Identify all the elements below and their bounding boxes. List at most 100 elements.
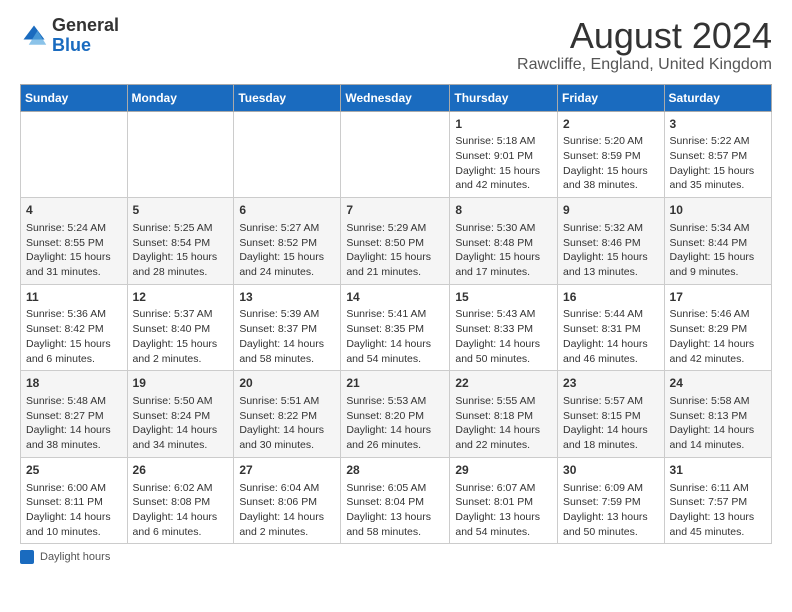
day-number: 12	[133, 289, 229, 306]
day-cell: 10Sunrise: 5:34 AMSunset: 8:44 PMDayligh…	[664, 198, 771, 285]
day-cell: 25Sunrise: 6:00 AMSunset: 8:11 PMDayligh…	[21, 457, 128, 544]
day-info: Sunrise: 5:30 AMSunset: 8:48 PMDaylight:…	[455, 221, 552, 280]
day-number: 13	[239, 289, 335, 306]
day-info: Sunrise: 5:46 AMSunset: 8:29 PMDaylight:…	[670, 307, 766, 366]
logo-general: General	[52, 15, 119, 35]
day-cell: 29Sunrise: 6:07 AMSunset: 8:01 PMDayligh…	[450, 457, 558, 544]
sub-title: Rawcliffe, England, United Kingdom	[517, 56, 772, 74]
day-number: 10	[670, 202, 766, 219]
day-info: Sunrise: 6:11 AMSunset: 7:57 PMDaylight:…	[670, 481, 766, 540]
day-info: Sunrise: 5:32 AMSunset: 8:46 PMDaylight:…	[563, 221, 659, 280]
footer-note: Daylight hours	[20, 550, 772, 564]
header: General Blue August 2024 Rawcliffe, Engl…	[20, 16, 772, 74]
day-number: 18	[26, 375, 122, 392]
day-info: Sunrise: 5:25 AMSunset: 8:54 PMDaylight:…	[133, 221, 229, 280]
day-info: Sunrise: 5:36 AMSunset: 8:42 PMDaylight:…	[26, 307, 122, 366]
day-cell	[21, 111, 128, 198]
day-cell: 18 Sunrise: 5:48 AMSunset: 8:27 PMDayligh…	[21, 371, 128, 458]
logo-blue: Blue	[52, 35, 91, 55]
day-number: 14	[346, 289, 444, 306]
day-info: Sunrise: 5:53 AMSunset: 8:20 PMDaylight:…	[346, 394, 444, 453]
day-info: Sunrise: 6:05 AMSunset: 8:04 PMDaylight:…	[346, 481, 444, 540]
day-number: 2	[563, 116, 659, 133]
day-number: 22	[455, 375, 552, 392]
header-day-monday: Monday	[127, 84, 234, 111]
day-cell: 3Sunrise: 5:22 AMSunset: 8:57 PMDaylight…	[664, 111, 771, 198]
day-cell: 19Sunrise: 5:50 AMSunset: 8:24 PMDayligh…	[127, 371, 234, 458]
week-row-1: 1Sunrise: 5:18 AMSunset: 9:01 PMDaylight…	[21, 111, 772, 198]
day-info: Sunrise: 5:22 AMSunset: 8:57 PMDaylight:…	[670, 134, 766, 193]
day-info: Sunrise: 5:58 AMSunset: 8:13 PMDaylight:…	[670, 394, 766, 453]
day-cell: 13Sunrise: 5:39 AMSunset: 8:37 PMDayligh…	[234, 284, 341, 371]
day-number: 7	[346, 202, 444, 219]
day-cell: 11Sunrise: 5:36 AMSunset: 8:42 PMDayligh…	[21, 284, 128, 371]
day-cell: 9 Sunrise: 5:32 AMSunset: 8:46 PMDaylight…	[558, 198, 665, 285]
day-info: Sunrise: 5:20 AMSunset: 8:59 PMDaylight:…	[563, 134, 659, 193]
day-number: 20	[239, 375, 335, 392]
day-cell	[127, 111, 234, 198]
day-cell: 8 Sunrise: 5:30 AMSunset: 8:48 PMDaylight…	[450, 198, 558, 285]
header-day-wednesday: Wednesday	[341, 84, 450, 111]
day-cell: 30 Sunrise: 6:09 AMSunset: 7:59 PMDayligh…	[558, 457, 665, 544]
day-number: 28	[346, 462, 444, 479]
page: General Blue August 2024 Rawcliffe, Engl…	[0, 0, 792, 574]
day-info: Sunrise: 5:44 AMSunset: 8:31 PMDaylight:…	[563, 307, 659, 366]
day-info: Sunrise: 5:29 AMSunset: 8:50 PMDaylight:…	[346, 221, 444, 280]
day-number: 5	[133, 202, 229, 219]
day-cell: 2Sunrise: 5:20 AMSunset: 8:59 PMDaylight…	[558, 111, 665, 198]
day-number: 30	[563, 462, 659, 479]
day-number: 27	[239, 462, 335, 479]
day-info: Sunrise: 6:07 AMSunset: 8:01 PMDaylight:…	[455, 481, 552, 540]
calendar-table: SundayMondayTuesdayWednesdayThursdayFrid…	[20, 84, 772, 545]
day-info: Sunrise: 6:09 AMSunset: 7:59 PMDaylight:…	[563, 481, 659, 540]
day-number: 15	[455, 289, 552, 306]
day-cell: 6 Sunrise: 5:27 AMSunset: 8:52 PMDaylight…	[234, 198, 341, 285]
day-info: Sunrise: 5:48 AMSunset: 8:27 PMDaylight:…	[26, 394, 122, 453]
day-info: Sunrise: 5:27 AMSunset: 8:52 PMDaylight:…	[239, 221, 335, 280]
day-cell: 12Sunrise: 5:37 AMSunset: 8:40 PMDayligh…	[127, 284, 234, 371]
day-cell: 17Sunrise: 5:46 AMSunset: 8:29 PMDayligh…	[664, 284, 771, 371]
header-day-tuesday: Tuesday	[234, 84, 341, 111]
day-info: Sunrise: 5:41 AMSunset: 8:35 PMDaylight:…	[346, 307, 444, 366]
day-info: Sunrise: 5:51 AMSunset: 8:22 PMDaylight:…	[239, 394, 335, 453]
day-number: 26	[133, 462, 229, 479]
logo-text: General Blue	[52, 16, 119, 56]
day-number: 25	[26, 462, 122, 479]
logo: General Blue	[20, 16, 119, 56]
header-day-thursday: Thursday	[450, 84, 558, 111]
day-cell: 23Sunrise: 5:57 AMSunset: 8:15 PMDayligh…	[558, 371, 665, 458]
day-info: Sunrise: 5:37 AMSunset: 8:40 PMDaylight:…	[133, 307, 229, 366]
day-number: 1	[455, 116, 552, 133]
day-number: 24	[670, 375, 766, 392]
day-cell: 27 Sunrise: 6:04 AMSunset: 8:06 PMDayligh…	[234, 457, 341, 544]
day-cell: 24 Sunrise: 5:58 AMSunset: 8:13 PMDayligh…	[664, 371, 771, 458]
day-cell: 22Sunrise: 5:55 AMSunset: 8:18 PMDayligh…	[450, 371, 558, 458]
day-cell: 4Sunrise: 5:24 AMSunset: 8:55 PMDaylight…	[21, 198, 128, 285]
day-cell: 31 Sunrise: 6:11 AMSunset: 7:57 PMDayligh…	[664, 457, 771, 544]
calendar-header: SundayMondayTuesdayWednesdayThursdayFrid…	[21, 84, 772, 111]
day-number: 8	[455, 202, 552, 219]
day-cell: 16Sunrise: 5:44 AMSunset: 8:31 PMDayligh…	[558, 284, 665, 371]
day-number: 21	[346, 375, 444, 392]
day-info: Sunrise: 5:50 AMSunset: 8:24 PMDaylight:…	[133, 394, 229, 453]
day-cell	[341, 111, 450, 198]
day-number: 6	[239, 202, 335, 219]
footer-dot	[20, 550, 34, 564]
day-number: 9	[563, 202, 659, 219]
day-info: Sunrise: 5:57 AMSunset: 8:15 PMDaylight:…	[563, 394, 659, 453]
logo-icon	[20, 22, 48, 50]
day-cell: 26Sunrise: 6:02 AMSunset: 8:08 PMDayligh…	[127, 457, 234, 544]
day-info: Sunrise: 5:39 AMSunset: 8:37 PMDaylight:…	[239, 307, 335, 366]
day-number: 31	[670, 462, 766, 479]
title-block: August 2024 Rawcliffe, England, United K…	[517, 16, 772, 74]
day-cell: 15Sunrise: 5:43 AMSunset: 8:33 PMDayligh…	[450, 284, 558, 371]
main-title: August 2024	[517, 16, 772, 56]
day-number: 3	[670, 116, 766, 133]
day-cell: 14Sunrise: 5:41 AMSunset: 8:35 PMDayligh…	[341, 284, 450, 371]
week-row-3: 11Sunrise: 5:36 AMSunset: 8:42 PMDayligh…	[21, 284, 772, 371]
week-row-5: 25Sunrise: 6:00 AMSunset: 8:11 PMDayligh…	[21, 457, 772, 544]
day-cell	[234, 111, 341, 198]
day-info: Sunrise: 6:04 AMSunset: 8:06 PMDaylight:…	[239, 481, 335, 540]
header-day-sunday: Sunday	[21, 84, 128, 111]
day-info: Sunrise: 5:18 AMSunset: 9:01 PMDaylight:…	[455, 134, 552, 193]
